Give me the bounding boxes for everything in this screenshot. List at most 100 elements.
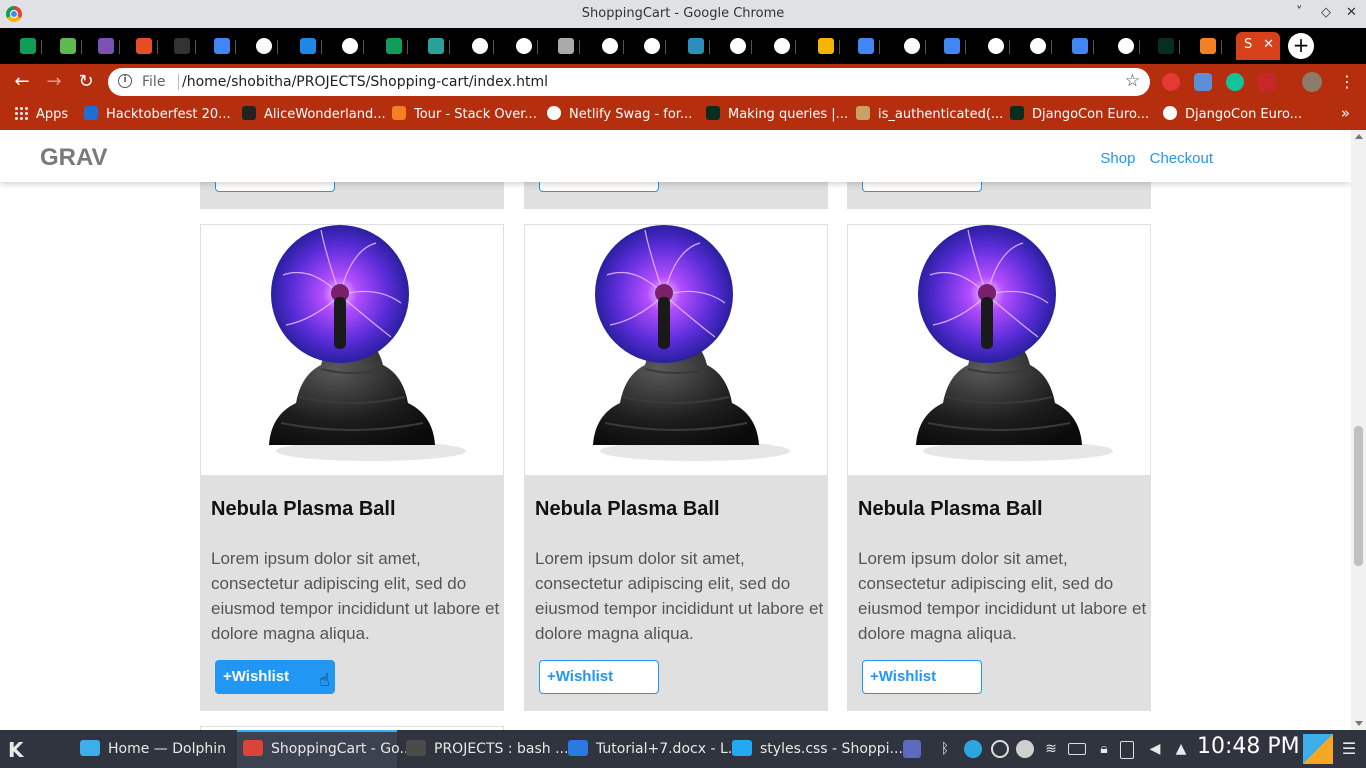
browser-tab[interactable] (850, 32, 880, 60)
browser-tab[interactable] (378, 32, 408, 60)
browser-tab[interactable] (766, 32, 796, 60)
product-title: Nebula Plasma Ball (211, 498, 396, 520)
bookmark-item[interactable]: DjangoCon Euro... (1163, 106, 1302, 122)
browser-tab[interactable] (90, 32, 120, 60)
address-bar[interactable]: i File /home/shobitha/PROJECTS/Shopping-… (108, 68, 1150, 96)
chrome-menu-icon[interactable]: ⋮ (1336, 72, 1358, 94)
bookmark-item[interactable]: Hacktoberfest 20... (84, 106, 231, 122)
tray-expand-icon[interactable]: ▲ (1172, 740, 1190, 758)
browser-tab[interactable] (1150, 32, 1180, 60)
bookmark-label: Making queries |... (728, 107, 849, 122)
browser-tab[interactable] (12, 32, 42, 60)
browser-tab[interactable] (550, 32, 580, 60)
scroll-thumb[interactable] (1354, 426, 1363, 566)
bookmark-item[interactable]: is_authenticated(... (856, 106, 1003, 122)
browser-tab[interactable] (810, 32, 840, 60)
minimize-button[interactable]: ˅ (1296, 5, 1303, 20)
browser-tab[interactable] (508, 32, 538, 60)
tab-favicon-icon (20, 38, 36, 54)
taskbar-task[interactable]: Home — Dolphin (74, 730, 234, 768)
extension-adblock-icon[interactable] (1162, 73, 1180, 91)
extension-grammarly-icon[interactable] (1226, 73, 1244, 91)
taskbar-task[interactable]: styles.css - Shoppi... (726, 730, 903, 768)
profile-avatar[interactable] (1302, 72, 1322, 92)
notes-tray-icon[interactable] (903, 740, 921, 758)
browser-tab[interactable] (1022, 32, 1052, 60)
scroll-down-icon[interactable] (1355, 721, 1363, 726)
tab-separator (925, 40, 926, 54)
bookmark-star-icon[interactable]: ☆ (1125, 71, 1140, 91)
nav-link-shop[interactable]: Shop (1100, 150, 1135, 167)
taskbar-task[interactable]: PROJECTS : bash ... (400, 730, 568, 768)
wishlist-button[interactable]: +Wishlist (539, 660, 659, 694)
browser-tab[interactable] (464, 32, 494, 60)
bookmarks-overflow-icon[interactable]: » (1341, 104, 1350, 122)
browser-tab[interactable] (52, 32, 82, 60)
wishlist-button[interactable]: +Wishlist (862, 660, 982, 694)
task-label: Tutorial+7.docx - L... (596, 741, 742, 757)
browser-tab[interactable] (1110, 32, 1140, 60)
product-card: Nebula Plasma Ball Lorem ipsum dolor sit … (847, 224, 1151, 711)
telegram-icon[interactable] (964, 740, 982, 758)
forward-button[interactable]: → (43, 72, 65, 94)
browser-tab[interactable] (166, 32, 196, 60)
nav-link-checkout[interactable]: Checkout (1150, 150, 1213, 167)
lock-icon[interactable]: 🔒︎ (1095, 740, 1113, 758)
bookmark-item[interactable]: AliceWonderland... (242, 106, 386, 122)
browser-tab[interactable] (1064, 32, 1094, 60)
browser-tab[interactable] (128, 32, 158, 60)
bookmark-item[interactable]: Tour - Stack Over... (392, 106, 537, 122)
extension-pdf-icon[interactable] (1258, 73, 1276, 91)
browser-tab[interactable] (636, 32, 666, 60)
monitor-icon[interactable] (1016, 740, 1034, 758)
browser-tab[interactable] (980, 32, 1010, 60)
extension-screenshot-icon[interactable] (1194, 73, 1212, 91)
site-brand[interactable]: GRAV (40, 144, 108, 172)
tab-shoppingcart-active[interactable]: S ✕ (1236, 32, 1280, 60)
page-scrollbar[interactable] (1351, 130, 1366, 730)
tab-separator (493, 40, 494, 54)
url-text[interactable]: /home/shobitha/PROJECTS/Shopping-cart/in… (182, 74, 548, 90)
bookmark-item[interactable]: Netlify Swag - for... (547, 106, 692, 122)
tab-favicon-icon (1118, 38, 1134, 54)
browser-tab[interactable] (594, 32, 624, 60)
bookmark-item[interactable]: Apps (14, 106, 68, 122)
scroll-up-icon[interactable] (1355, 134, 1363, 139)
battery-icon[interactable] (1068, 743, 1086, 755)
taskbar-clock[interactable]: 10:48 PM (1197, 734, 1300, 759)
show-desktop-icon[interactable] (1303, 734, 1333, 764)
info-icon[interactable]: i (118, 74, 132, 88)
browser-tab[interactable] (1192, 32, 1222, 60)
browser-tab[interactable] (896, 32, 926, 60)
browser-tab[interactable] (680, 32, 710, 60)
browser-tab[interactable] (248, 32, 278, 60)
clipboard-icon[interactable] (1120, 741, 1134, 759)
sync-icon[interactable] (991, 740, 1009, 758)
reload-button[interactable]: ↻ (75, 72, 97, 94)
browser-tab[interactable] (420, 32, 450, 60)
wishlist-button[interactable]: +Wishlist (215, 660, 335, 694)
bluetooth-icon[interactable]: ᛒ (936, 740, 954, 758)
back-button[interactable]: ← (11, 72, 33, 94)
close-window-button[interactable]: ✕ (1346, 5, 1357, 20)
taskbar-task[interactable]: Tutorial+7.docx - L... (562, 730, 741, 768)
tab-favicon-icon (904, 38, 920, 54)
taskbar-menu-icon[interactable]: ☰ (1340, 740, 1358, 758)
bookmark-item[interactable]: Making queries |... (706, 106, 848, 122)
browser-tab[interactable] (206, 32, 236, 60)
tab-favicon-icon (214, 38, 230, 54)
tab-separator (537, 40, 538, 54)
kde-launcher-icon[interactable]: K (8, 738, 24, 762)
maximize-button[interactable]: ◇ (1321, 5, 1331, 20)
bookmark-item[interactable]: DjangoCon Euro... (1010, 106, 1149, 122)
volume-icon[interactable]: ◀︎ (1146, 740, 1164, 758)
browser-tab[interactable] (334, 32, 364, 60)
close-tab-icon[interactable]: ✕ (1263, 37, 1274, 52)
tab-separator (839, 40, 840, 54)
taskbar-task[interactable]: ShoppingCart - Go... (237, 730, 413, 768)
browser-tab[interactable] (722, 32, 752, 60)
wifi-icon[interactable]: ≋ (1042, 740, 1060, 758)
browser-tab[interactable] (936, 32, 966, 60)
new-tab-button[interactable]: + (1288, 33, 1314, 59)
browser-tab[interactable] (292, 32, 322, 60)
